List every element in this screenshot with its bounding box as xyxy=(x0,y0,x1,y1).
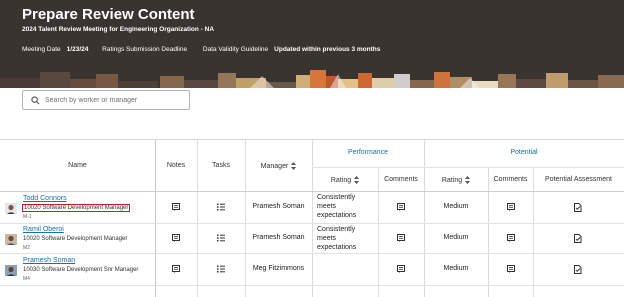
manager-name: Meg Fitzimmons xyxy=(252,265,305,272)
search-icon xyxy=(31,96,40,105)
column-header-notes[interactable]: Notes xyxy=(155,162,197,169)
worker-level: M4 xyxy=(23,276,30,282)
meeting-date-value: 1/23/24 xyxy=(66,46,89,53)
validity-label: Data Validity Guideline xyxy=(202,46,269,53)
tasks-icon[interactable] xyxy=(217,265,225,273)
worker-job-title: 10020 Software Development Manager xyxy=(23,236,128,242)
comments-icon[interactable] xyxy=(397,234,405,242)
tasks-icon[interactable] xyxy=(217,234,225,242)
worker-name-link[interactable]: Pramesh Soman xyxy=(23,257,75,264)
notes-icon[interactable] xyxy=(172,234,180,242)
potential-rating: Medium xyxy=(443,234,469,241)
column-header-potential-assessment[interactable]: Potential Assessment xyxy=(533,176,624,183)
page-subtitle: 2024 Talent Review Meeting for Engineeri… xyxy=(22,26,215,33)
notes-icon[interactable] xyxy=(172,203,180,211)
potential-rating: Medium xyxy=(443,265,469,272)
sort-icon[interactable] xyxy=(291,162,297,170)
review-table: Name Notes Tasks Manager Performance Pot… xyxy=(0,139,624,297)
manager-name: Pramesh Soman xyxy=(252,203,305,210)
comments-icon[interactable] xyxy=(507,203,515,211)
potential-assessment-icon[interactable] xyxy=(574,265,582,274)
performance-rating: Consistently meets expectations xyxy=(317,226,357,251)
comments-icon[interactable] xyxy=(507,265,515,273)
avatar xyxy=(5,264,17,276)
column-header-performance-rating-label: Rating xyxy=(330,176,352,184)
notes-icon[interactable] xyxy=(172,265,180,273)
comments-icon[interactable] xyxy=(397,265,405,273)
comments-icon[interactable] xyxy=(507,234,515,242)
column-header-manager-label: Manager xyxy=(260,162,289,170)
table-row: Ramil Oberoi 10020 Software Development … xyxy=(0,224,624,254)
column-header-tasks[interactable]: Tasks xyxy=(197,162,245,169)
worker-job-title: 10020 Software Development Manager xyxy=(22,204,131,212)
sort-icon[interactable] xyxy=(354,176,360,184)
column-header-performance-comments[interactable]: Comments xyxy=(378,176,424,183)
page-header: Prepare Review Content 2024 Talent Revie… xyxy=(0,0,624,70)
search-box[interactable] xyxy=(22,90,190,110)
worker-name-link[interactable]: Ramil Oberoi xyxy=(23,226,64,233)
search-input[interactable] xyxy=(45,93,185,107)
sort-icon[interactable] xyxy=(465,176,471,184)
potential-rating: Medium xyxy=(443,203,469,210)
worker-name-link[interactable]: Todd Connors xyxy=(23,195,67,202)
manager-name: Pramesh Soman xyxy=(252,234,305,241)
potential-assessment-icon[interactable] xyxy=(574,234,582,243)
meeting-date-label: Meeting Date xyxy=(22,46,61,53)
table-row: Todd Connors 10020 Software Development … xyxy=(0,192,624,222)
avatar xyxy=(5,233,17,245)
column-header-name[interactable]: Name xyxy=(0,162,155,169)
column-header-manager[interactable]: Manager xyxy=(245,162,312,170)
column-group-performance: Performance xyxy=(347,149,389,156)
performance-rating: Consistently meets expectations xyxy=(317,194,357,219)
comments-icon[interactable] xyxy=(397,203,405,211)
page-title: Prepare Review Content xyxy=(22,6,195,23)
column-header-potential-rating[interactable]: Rating xyxy=(424,176,488,184)
tasks-icon[interactable] xyxy=(217,203,225,211)
validity-value: Updated within previous 3 months xyxy=(274,46,381,53)
worker-level: M-1 xyxy=(23,214,32,220)
table-row: Pramesh Soman 10030 Software Development… xyxy=(0,254,624,284)
column-header-potential-rating-label: Rating xyxy=(441,176,463,184)
meeting-info: Meeting Date 1/23/24 Ratings Submission D… xyxy=(22,46,380,53)
column-group-potential: Potential xyxy=(510,149,538,156)
decorative-pattern-band xyxy=(0,70,624,88)
worker-job-title: 10030 Software Development Snr Manager xyxy=(23,267,139,273)
worker-level: M2 xyxy=(23,245,30,251)
column-header-performance-rating[interactable]: Rating xyxy=(312,176,378,184)
column-header-potential-comments[interactable]: Comments xyxy=(488,176,533,183)
avatar xyxy=(5,202,17,214)
ratings-deadline-label: Ratings Submission Deadline xyxy=(102,46,188,53)
potential-assessment-icon[interactable] xyxy=(574,203,582,212)
